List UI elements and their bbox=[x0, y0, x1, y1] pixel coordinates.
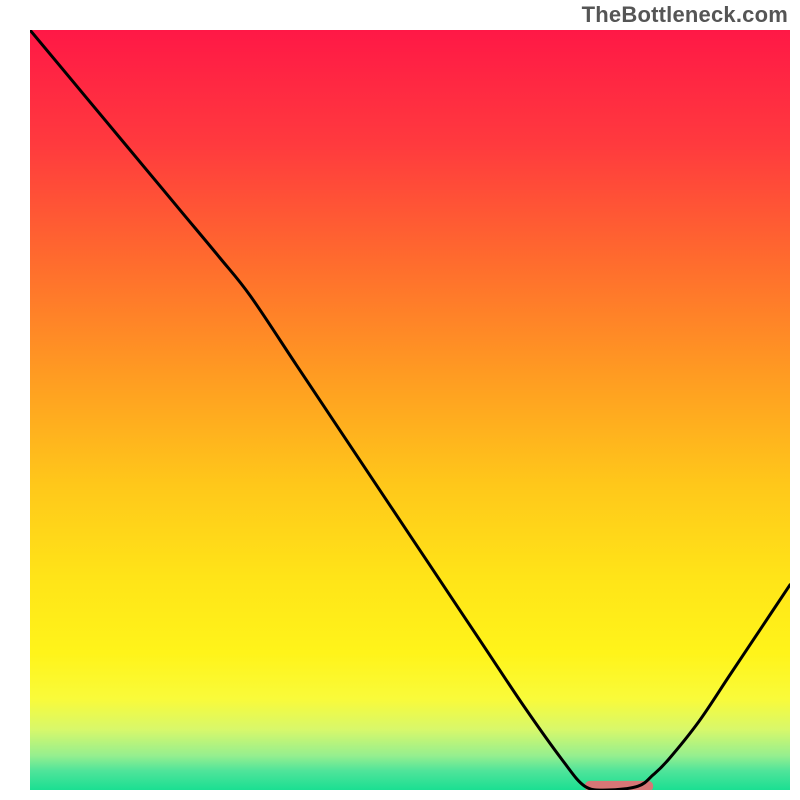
gradient-background bbox=[30, 30, 790, 790]
watermark-text: TheBottleneck.com bbox=[582, 2, 788, 28]
plot-area bbox=[30, 30, 790, 790]
chart-container: TheBottleneck.com bbox=[0, 0, 800, 800]
chart-svg bbox=[30, 30, 790, 790]
